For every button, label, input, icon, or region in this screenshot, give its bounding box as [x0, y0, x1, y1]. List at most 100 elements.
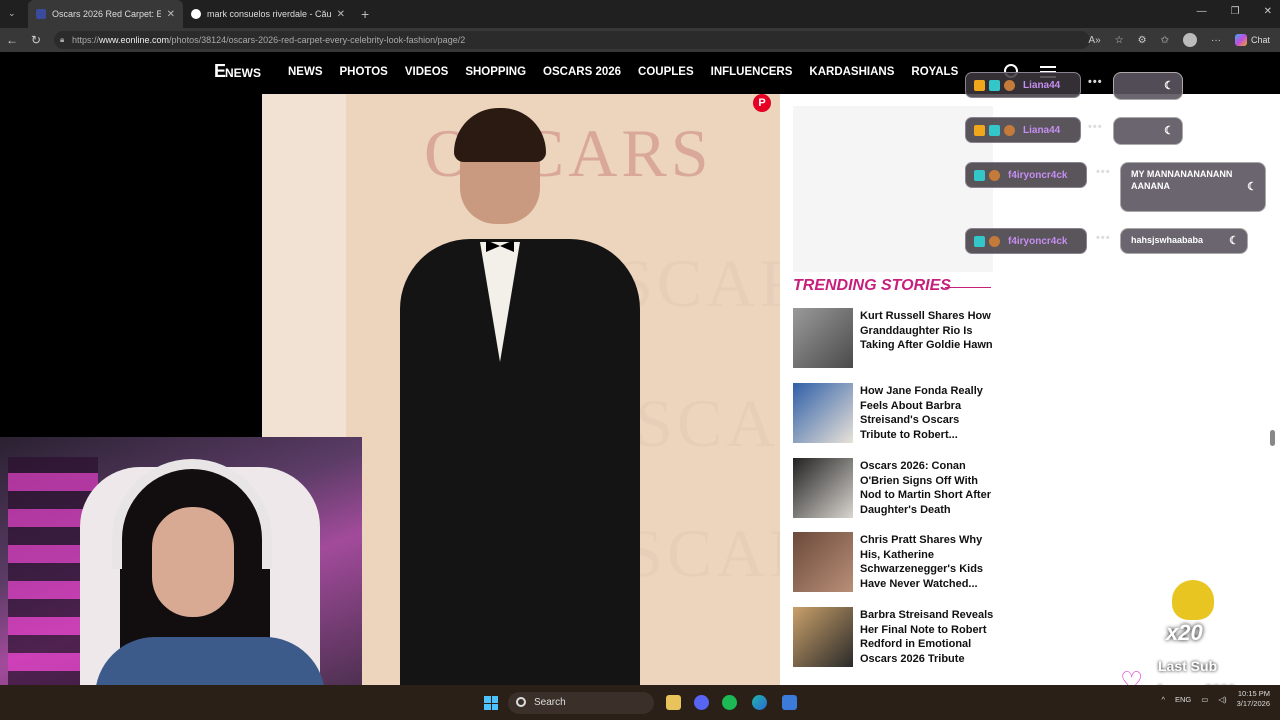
- crown-badge-icon: [974, 124, 985, 136]
- spotify-icon[interactable]: [722, 695, 737, 710]
- last-sub-label: Last Sub: [1158, 658, 1218, 674]
- list-item[interactable]: How Jane Fonda Really Feels About Barbra…: [793, 383, 998, 449]
- chat-username: f4iryoncr4ck: [1008, 169, 1068, 181]
- chat-dots-icon: •••: [1096, 232, 1111, 244]
- discord-icon[interactable]: [694, 695, 709, 710]
- chat-user-badge: Liana44: [965, 117, 1081, 143]
- list-item[interactable]: Chris Pratt Shares Why His, Katherine Sc…: [793, 532, 998, 598]
- volume-icon[interactable]: ◁): [1218, 695, 1226, 704]
- story-thumbnail: [793, 458, 853, 518]
- chat-dots-icon: •••: [1088, 76, 1103, 88]
- tab-title: Oscars 2026 Red Carpet: Every Celebrity: [52, 9, 161, 19]
- more-menu-icon[interactable]: ···: [1211, 35, 1221, 46]
- nav-item-oscars-2026[interactable]: OSCARS 2026: [543, 66, 621, 78]
- minimize-icon[interactable]: —: [1197, 6, 1207, 17]
- moon-icon: ☾: [1164, 125, 1174, 137]
- back-arrow-icon[interactable]: ←: [0, 33, 24, 47]
- refresh-icon[interactable]: ↻: [24, 33, 48, 47]
- pinterest-icon[interactable]: P: [753, 94, 771, 112]
- tray-chevron-icon[interactable]: ^: [1161, 695, 1165, 704]
- trending-divider: [945, 287, 991, 288]
- windows-start-icon[interactable]: [484, 696, 498, 710]
- tab-oscars[interactable]: Oscars 2026 Red Carpet: Every Celebrity …: [28, 0, 183, 28]
- tab-search[interactable]: mark consuelos riverdale - Căutare ✕: [183, 0, 353, 28]
- eonline-favicon-icon: [36, 9, 46, 19]
- enews-logo[interactable]: ENEWS: [214, 61, 261, 82]
- story-title[interactable]: How Jane Fonda Really Feels About Barbra…: [860, 384, 997, 443]
- nav-item-videos[interactable]: VIDEOS: [405, 66, 448, 78]
- search-favicon-icon: [191, 9, 201, 19]
- profile-avatar-icon[interactable]: [1182, 33, 1197, 47]
- network-icon[interactable]: ▭: [1201, 695, 1208, 704]
- story-title[interactable]: Oscars 2026: Conan O'Brien Signs Off Wit…: [860, 459, 997, 518]
- story-title[interactable]: Chris Pratt Shares Why His, Katherine Sc…: [860, 533, 997, 592]
- crown-badge-icon: [974, 79, 985, 91]
- person-suit: [400, 239, 640, 685]
- story-title[interactable]: Kurt Russell Shares How Granddaughter Ri…: [860, 309, 997, 353]
- edge-icon[interactable]: [752, 695, 767, 710]
- chat-username: f4iryoncr4ck: [1008, 235, 1068, 247]
- address-toolbar: ← ↻ 🔒︎ https://www.eonline.com/photos/38…: [0, 28, 1280, 52]
- chat-dots-icon: •••: [1096, 166, 1111, 178]
- taskbar-search-label: Search: [534, 697, 566, 708]
- favorites-list-icon[interactable]: ✩: [1161, 35, 1169, 46]
- coffee-badge-icon: [989, 235, 1000, 247]
- url-field[interactable]: 🔒︎ https://www.eonline.com/photos/38124/…: [54, 31, 1090, 49]
- chat-label: Chat: [1250, 35, 1270, 45]
- sub-badge-icon: [974, 169, 985, 181]
- page-scrollbar[interactable]: [1270, 430, 1275, 446]
- chat-message-bubble: hahsjswhaababa ☾: [1120, 228, 1248, 254]
- list-item[interactable]: Kurt Russell Shares How Granddaughter Ri…: [793, 308, 998, 374]
- maximize-icon[interactable]: ❐: [1231, 6, 1240, 17]
- chat-dots-icon: •••: [1088, 121, 1103, 133]
- close-window-icon[interactable]: ✕: [1264, 6, 1272, 17]
- chat-message-text: hahsjswhaababa: [1131, 235, 1204, 245]
- nav-item-influencers[interactable]: INFLUENCERS: [711, 66, 793, 78]
- windows-taskbar: Search ^ ENG ▭ ◁) 10:15 PM 3/17/2026: [0, 685, 1280, 720]
- chat-button[interactable]: Chat: [1234, 34, 1270, 46]
- language-indicator[interactable]: ENG: [1175, 695, 1191, 704]
- close-tab-icon[interactable]: ✕: [337, 9, 345, 20]
- chat-message-text: MY MANNANANANANN AANANA: [1131, 169, 1233, 191]
- nav-item-royals[interactable]: ROYALS: [911, 66, 958, 78]
- nav-item-news[interactable]: NEWS: [288, 66, 323, 78]
- logo-news: NEWS: [225, 66, 262, 80]
- nav-item-photos[interactable]: PHOTOS: [340, 66, 388, 78]
- clock-date: 3/17/2026: [1236, 699, 1270, 708]
- tab-actions-chevron-icon[interactable]: ⌄: [8, 8, 16, 19]
- file-explorer-icon[interactable]: [666, 695, 681, 710]
- system-tray: ^ ENG ▭ ◁) 10:15 PM 3/17/2026: [1161, 689, 1270, 709]
- story-thumbnail: [793, 607, 853, 667]
- moon-icon: ☾: [1164, 80, 1174, 92]
- lock-icon: 🔒︎: [60, 35, 65, 44]
- chat-message-bubble: ☾: [1113, 117, 1183, 145]
- list-item[interactable]: Oscars 2026: Conan O'Brien Signs Off Wit…: [793, 458, 998, 524]
- streamer-webcam: [0, 437, 362, 720]
- sub-badge-icon: [989, 124, 1000, 136]
- extensions-icon[interactable]: ⚙: [1138, 35, 1147, 46]
- close-tab-icon[interactable]: ✕: [167, 9, 175, 20]
- nav-item-kardashians[interactable]: KARDASHIANS: [809, 66, 894, 78]
- chat-message-bubble: ☾: [1113, 72, 1183, 100]
- clock-time: 10:15 PM: [1237, 689, 1270, 698]
- new-tab-plus-icon[interactable]: +: [361, 6, 369, 22]
- moon-icon: ☾: [1247, 181, 1257, 193]
- taskbar-search[interactable]: Search: [508, 692, 654, 714]
- clock[interactable]: 10:15 PM 3/17/2026: [1237, 689, 1270, 709]
- sub-badge-icon: [989, 79, 1000, 91]
- chat-message-bubble: MY MANNANANANANN AANANA ☾: [1120, 162, 1266, 212]
- coffee-badge-icon: [1004, 79, 1015, 91]
- nav-item-couples[interactable]: COUPLES: [638, 66, 694, 78]
- url-domain: www.eonline.com: [99, 35, 170, 45]
- story-title[interactable]: Barbra Streisand Reveals Her Final Note …: [860, 608, 997, 667]
- read-aloud-icon[interactable]: A»: [1088, 35, 1100, 46]
- nav-item-shopping[interactable]: SHOPPING: [465, 66, 526, 78]
- toolbar-icons: A» ☆ ⚙ ✩ ··· Chat: [1088, 33, 1270, 47]
- app-icon[interactable]: [782, 695, 797, 710]
- ad-placeholder: [793, 106, 993, 272]
- list-item[interactable]: Barbra Streisand Reveals Her Final Note …: [793, 607, 998, 673]
- mascot-emote-icon: [1172, 580, 1214, 620]
- favorite-star-icon[interactable]: ☆: [1115, 35, 1124, 46]
- story-thumbnail: [793, 308, 853, 368]
- window-controls: — ❐ ✕: [1197, 6, 1272, 17]
